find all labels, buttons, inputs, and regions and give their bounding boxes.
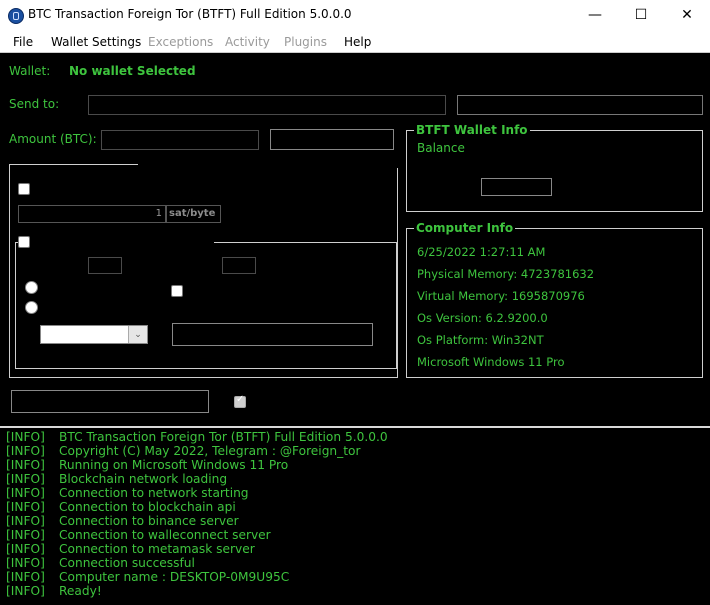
- minimize-button[interactable]: —: [572, 0, 618, 30]
- log-tag: [INFO]: [6, 486, 45, 500]
- title-bar: BTC Transaction Foreign Tor (BTFT) Full …: [0, 0, 710, 32]
- log-text: Connection to metamask server: [59, 542, 255, 556]
- menu-wallet-settings[interactable]: Wallet Settings: [51, 35, 141, 49]
- log-tag: [INFO]: [6, 528, 45, 542]
- log-console[interactable]: [INFO] BTC Transaction Foreign Tor (BTFT)…: [0, 426, 710, 605]
- computer-info-virtual-memory: Virtual Memory: 1695870976: [417, 289, 585, 303]
- log-text: Connection to blockchain api: [59, 500, 236, 514]
- send-to-input[interactable]: [88, 95, 446, 115]
- option-checkbox[interactable]: [171, 285, 183, 297]
- log-line: [INFO] Ready!: [6, 584, 102, 598]
- log-text: Copyright (C) May 2022, Telegram : @Fore…: [59, 444, 361, 458]
- action-field[interactable]: [11, 390, 209, 413]
- options-group-gap: [138, 158, 400, 168]
- fee-input[interactable]: 1: [18, 205, 166, 223]
- send-to-extra-field[interactable]: [457, 95, 703, 115]
- log-line: [INFO] Running on Microsoft Windows 11 Pr…: [6, 458, 288, 472]
- app-icon: [8, 8, 24, 24]
- maximize-button[interactable]: ☐: [618, 0, 664, 30]
- log-text: Connection to network starting: [59, 486, 249, 500]
- log-text: Connection to binance server: [59, 514, 239, 528]
- log-tag: [INFO]: [6, 584, 45, 598]
- log-line: [INFO] Blockchain network loading: [6, 472, 227, 486]
- fee-unit: sat/byte: [166, 205, 221, 223]
- log-tag: [INFO]: [6, 458, 45, 472]
- menu-help[interactable]: Help: [344, 35, 371, 49]
- log-text: Blockchain network loading: [59, 472, 228, 486]
- wallet-label: Wallet:: [9, 64, 51, 78]
- log-tag: [INFO]: [6, 514, 45, 528]
- log-tag: [INFO]: [6, 444, 45, 458]
- log-tag: [INFO]: [6, 472, 45, 486]
- option-radio-1[interactable]: [25, 281, 38, 294]
- log-tag: [INFO]: [6, 430, 45, 444]
- option-radio-2[interactable]: [25, 301, 38, 314]
- log-tag: [INFO]: [6, 556, 45, 570]
- log-tag: [INFO]: [6, 570, 45, 584]
- log-text: Connection successful: [59, 556, 195, 570]
- option-dropdown[interactable]: ⌄: [40, 325, 148, 344]
- option-field-2[interactable]: [222, 257, 256, 274]
- log-line: [INFO] Connection to network starting: [6, 486, 249, 500]
- disabled-checkbox[interactable]: ✓: [234, 394, 246, 408]
- inner-group-gap: [30, 236, 214, 246]
- inner-options-group: [15, 242, 397, 369]
- menu-activity[interactable]: Activity: [225, 35, 270, 49]
- check-icon: ✓: [236, 394, 245, 405]
- log-line: [INFO] BTC Transaction Foreign Tor (BTFT)…: [6, 430, 388, 444]
- log-line: [INFO] Connection to binance server: [6, 514, 239, 528]
- menu-file[interactable]: File: [13, 35, 33, 49]
- amount-side-field[interactable]: [270, 129, 394, 150]
- computer-info-os-platform: Os Platform: Win32NT: [417, 333, 544, 347]
- log-line: [INFO] Connection to blockchain api: [6, 500, 236, 514]
- log-tag: [INFO]: [6, 542, 45, 556]
- log-tag: [INFO]: [6, 500, 45, 514]
- log-text: Ready!: [59, 584, 102, 598]
- log-line: [INFO] Computer name : DESKTOP-0M9U95C: [6, 570, 289, 584]
- log-line: [INFO] Copyright (C) May 2022, Telegram :…: [6, 444, 361, 458]
- window-title: BTC Transaction Foreign Tor (BTFT) Full …: [28, 7, 352, 21]
- log-text: BTC Transaction Foreign Tor (BTFT) Full …: [59, 430, 388, 444]
- log-line: [INFO] Connection to walleconnect server: [6, 528, 271, 542]
- menu-plugins[interactable]: Plugins: [284, 35, 327, 49]
- chevron-down-icon[interactable]: ⌄: [128, 326, 147, 343]
- option-text-field[interactable]: [172, 323, 373, 346]
- amount-label: Amount (BTC):: [9, 132, 97, 146]
- wallet-value: No wallet Selected: [69, 64, 196, 78]
- wallet-info-title: BTFT Wallet Info: [414, 123, 530, 137]
- log-text: Computer name : DESKTOP-0M9U95C: [59, 570, 290, 584]
- advanced-checkbox[interactable]: [18, 236, 30, 248]
- close-button[interactable]: ✕: [664, 0, 710, 30]
- menu-bar: File Wallet Settings Exceptions Activity…: [0, 32, 710, 53]
- fee-value: 1: [155, 208, 162, 219]
- computer-info-os-version: Os Version: 6.2.9200.0: [417, 311, 548, 325]
- balance-label: Balance: [417, 141, 465, 155]
- option-field-1[interactable]: [88, 257, 122, 274]
- menu-exceptions[interactable]: Exceptions: [148, 35, 213, 49]
- computer-info-physical-memory: Physical Memory: 4723781632: [417, 267, 595, 281]
- fee-checkbox[interactable]: [18, 183, 30, 195]
- computer-info-datetime: 6/25/2022 1:27:11 AM: [417, 245, 546, 259]
- log-line: [INFO] Connection to metamask server: [6, 542, 255, 556]
- log-text: Connection to walleconnect server: [59, 528, 271, 542]
- computer-info-title: Computer Info: [414, 221, 516, 235]
- computer-info-os-name: Microsoft Windows 11 Pro: [417, 355, 565, 369]
- send-to-label: Send to:: [9, 97, 60, 111]
- log-text: Running on Microsoft Windows 11 Pro: [59, 458, 289, 472]
- amount-input[interactable]: [101, 130, 259, 150]
- log-line: [INFO] Connection successful: [6, 556, 195, 570]
- balance-button[interactable]: [481, 178, 552, 196]
